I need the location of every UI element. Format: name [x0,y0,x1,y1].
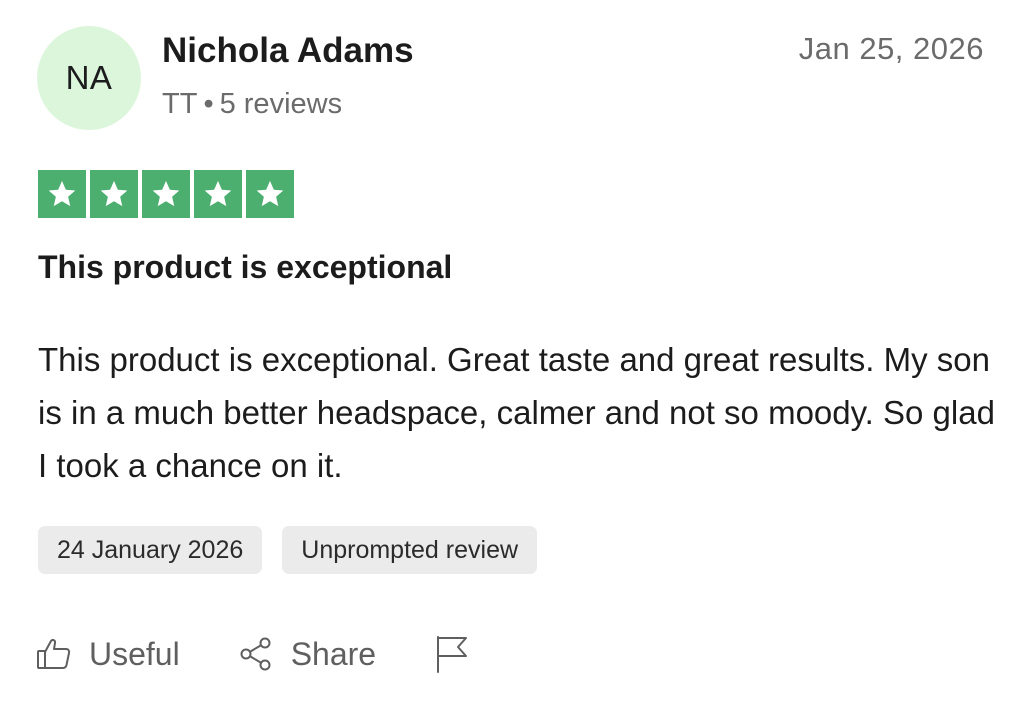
review-tags: 24 January 2026 Unprompted review [38,526,538,574]
useful-label: Useful [89,635,180,672]
star-icon [38,170,86,218]
review-date: Jan 25, 2026 [798,31,984,66]
review-text: This product is exceptional. Great taste… [38,341,995,484]
review-actions: Useful Share [36,630,470,678]
reviewer-name[interactable]: Nichola Adams [162,31,414,71]
review-type-badge[interactable]: Unprompted review [282,526,538,574]
share-icon [238,636,274,672]
star-icon [246,170,294,218]
star-icon [142,170,190,218]
avatar-initials: NA [65,59,113,96]
share-button[interactable]: Share [238,636,376,673]
thumbs-up-icon [36,636,72,672]
star-icon [194,170,242,218]
reviewer-country: TT [162,88,198,120]
star-icon [90,170,138,218]
star-rating [38,170,294,218]
flag-icon [434,634,470,674]
review-card: NA Nichola Adams TT • 5 reviews Jan 25, 20… [0,0,1024,708]
meta-separator: • [203,88,214,120]
review-title: This product is exceptional [38,249,453,285]
report-button[interactable] [434,634,470,674]
experience-date-badge: 24 January 2026 [38,526,263,574]
reviewer-review-count[interactable]: 5 reviews [220,88,343,120]
share-label: Share [290,635,377,672]
avatar[interactable]: NA [37,26,141,130]
useful-button[interactable]: Useful [36,636,180,673]
reviewer-meta: TT • 5 reviews [162,88,342,121]
